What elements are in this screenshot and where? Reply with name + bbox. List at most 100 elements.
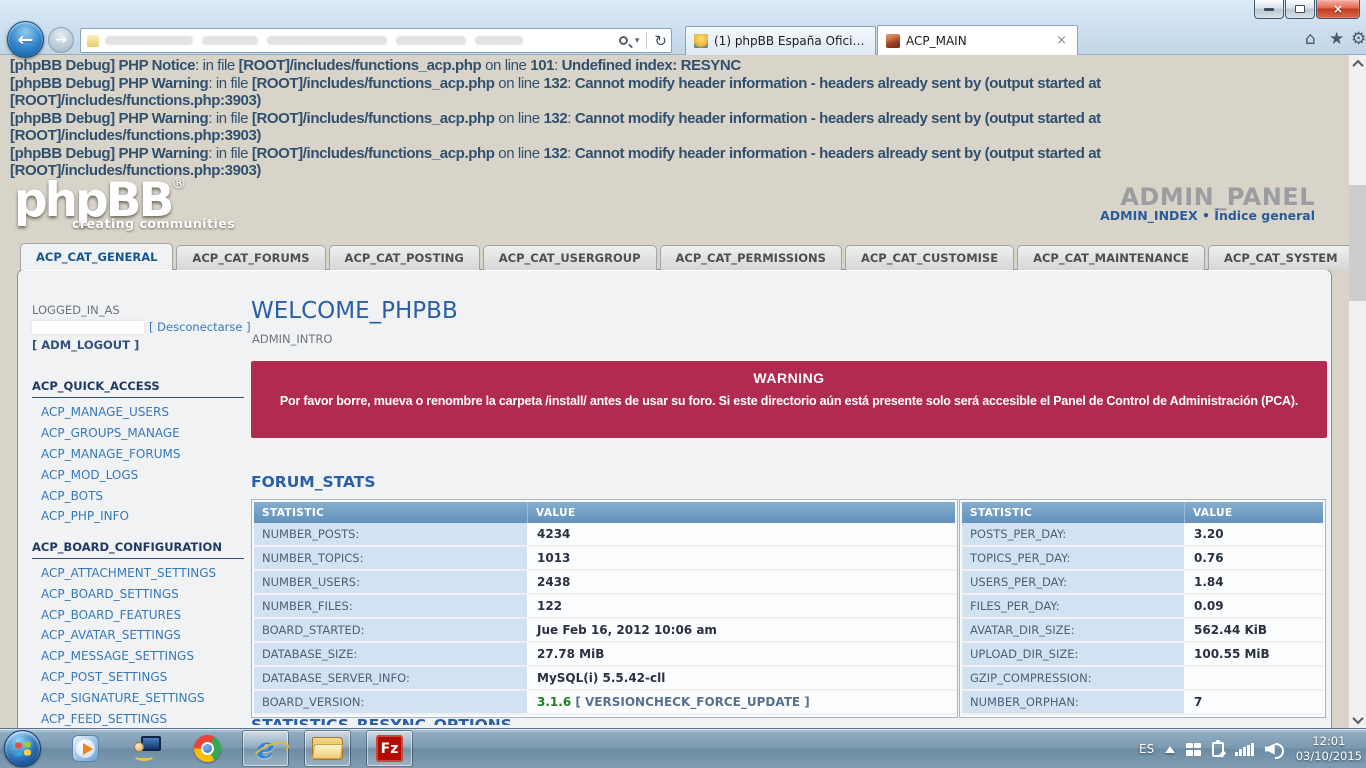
get-windows-icon[interactable] (1186, 743, 1201, 756)
file-explorer-button[interactable] (304, 730, 351, 767)
filezilla-button[interactable]: Fz (366, 730, 413, 767)
sidebar-link-acp_signature_settings[interactable]: ACP_SIGNATURE_SETTINGS (32, 687, 244, 708)
table-row: POSTS_PER_DAY:3.20 (962, 523, 1323, 547)
media-player-button[interactable] (72, 735, 99, 762)
sidebar-link-acp_feed_settings[interactable]: ACP_FEED_SETTINGS (32, 708, 244, 728)
minimize-button[interactable] (1254, 0, 1284, 19)
sidebar-link-acp_message_settings[interactable]: ACP_MESSAGE_SETTINGS (32, 646, 244, 667)
table-row: NUMBER_TOPICS:1013 (254, 547, 955, 571)
adm-logout-link[interactable]: [ ADM_LOGOUT ] (32, 338, 139, 352)
browser-tab-label: ACP_MAIN (906, 34, 967, 48)
tab-acp_cat_permissions[interactable]: ACP_CAT_PERMISSIONS (660, 245, 842, 270)
table-row: DATABASE_SERVER_INFO:MySQL(i) 5.5.42-cll (254, 667, 955, 691)
stats-table: STATISTICVALUEPOSTS_PER_DAY:3.20TOPICS_P… (959, 499, 1326, 718)
acp-panel: LOGGED_IN_AS [ Desconectarse ] [ ADM_LOG… (17, 269, 1332, 728)
address-bar[interactable]: ▾ ↻ (80, 28, 672, 53)
close-button[interactable]: × (1316, 0, 1360, 19)
clipboard-plug-icon[interactable] (1212, 742, 1224, 757)
gear-icon[interactable]: ⚙ (1351, 29, 1366, 49)
forward-button[interactable]: → (48, 27, 74, 53)
sidebar-link-acp_mod_logs[interactable]: ACP_MOD_LOGS (32, 464, 244, 485)
registered-mark: ® (171, 174, 186, 192)
sidebar-link-acp_board_settings[interactable]: ACP_BOARD_SETTINGS (32, 583, 244, 604)
stat-label: NUMBER_ORPHAN: (962, 691, 1184, 715)
tab-acp_cat_forums[interactable]: ACP_CAT_FORUMS (176, 245, 325, 270)
sidebar-link-acp_avatar_settings[interactable]: ACP_AVATAR_SETTINGS (32, 625, 244, 646)
tab-acp_cat_maintenance[interactable]: ACP_CAT_MAINTENANCE (1017, 245, 1205, 270)
stat-label: FILES_PER_DAY: (962, 595, 1184, 619)
home-icon[interactable]: ⌂ (1305, 29, 1316, 49)
internet-explorer-icon: e (256, 735, 274, 762)
next-section-heading: STATISTICS_RESYNC_OPTIONS (251, 716, 512, 725)
intro-text: ADMIN_INTRO (252, 332, 332, 346)
stat-value: 7 (1184, 691, 1323, 715)
stat-value: 4234 (527, 523, 955, 547)
sidebar-link-acp_manage_forums[interactable]: ACP_MANAGE_FORUMS (32, 444, 244, 465)
start-button[interactable] (4, 730, 41, 767)
tab-acp_cat_posting[interactable]: ACP_CAT_POSTING (329, 245, 480, 270)
hidden-icons-arrow[interactable] (1165, 746, 1175, 753)
scrollbar[interactable] (1349, 55, 1366, 728)
remote-assistance-button[interactable] (133, 735, 161, 762)
page-favicon (87, 35, 99, 47)
board-version: 3.1.6 (537, 695, 571, 709)
search-icon[interactable] (619, 36, 628, 45)
stat-label: NUMBER_FILES: (254, 595, 527, 619)
chrome-button[interactable] (194, 735, 221, 762)
windows-flag-icon (15, 741, 31, 757)
sidebar-link-acp_post_settings[interactable]: ACP_POST_SETTINGS (32, 667, 244, 688)
stat-value: 0.76 (1184, 547, 1323, 571)
back-button[interactable]: ← (7, 21, 44, 58)
internet-explorer-button[interactable]: e (242, 730, 289, 767)
sidebar-link-acp_board_features[interactable]: ACP_BOARD_FEATURES (32, 604, 244, 625)
stat-label: BOARD_STARTED: (254, 619, 527, 643)
sidebar-link-acp_bots[interactable]: ACP_BOTS (32, 485, 244, 506)
sidebar-link-acp_manage_users[interactable]: ACP_MANAGE_USERS (32, 402, 244, 423)
close-icon: × (1333, 2, 1343, 16)
stat-label: NUMBER_TOPICS: (254, 547, 527, 571)
tab-acp_cat_system[interactable]: ACP_CAT_SYSTEM (1208, 245, 1349, 270)
stat-label: USERS_PER_DAY: (962, 571, 1184, 595)
chevron-down-icon[interactable]: ▾ (635, 36, 640, 46)
restore-button[interactable] (1285, 0, 1315, 19)
star-icon[interactable]: ★ (1329, 29, 1344, 49)
acp-tab-bar: ACP_CAT_GENERALACP_CAT_FORUMSACP_CAT_POS… (20, 244, 1349, 270)
versioncheck-link[interactable]: [ VERSIONCHECK_FORCE_UPDATE ] (571, 695, 810, 709)
stat-value: 2438 (527, 571, 955, 595)
stats-column-header: STATISTIC (962, 502, 1184, 523)
url-redaction (475, 36, 523, 45)
breadcrumb[interactable]: ADMIN_INDEX • Índice general (1100, 208, 1315, 223)
table-row: BOARD_VERSION:3.1.6 [ VERSIONCHECK_FORCE… (254, 691, 955, 715)
logout-link[interactable]: [ Desconectarse ] (149, 320, 251, 334)
volume-icon[interactable] (1265, 742, 1283, 757)
clock[interactable]: 12:01 03/10/2015 (1296, 734, 1362, 764)
tab-acp_cat_customise[interactable]: ACP_CAT_CUSTOMISE (845, 245, 1014, 270)
tab-acp_cat_general[interactable]: ACP_CAT_GENERAL (20, 243, 173, 270)
refresh-icon[interactable]: ↻ (654, 32, 667, 50)
sidebar-section-title: ACP_BOARD_CONFIGURATION (32, 527, 244, 559)
scroll-up-button[interactable] (1349, 55, 1366, 72)
sidebar-link-acp_attachment_settings[interactable]: ACP_ATTACHMENT_SETTINGS (32, 563, 244, 584)
scroll-thumb[interactable] (1349, 185, 1366, 301)
tab-close-icon[interactable]: × (1054, 33, 1069, 48)
tab-acp_cat_usergroup[interactable]: ACP_CAT_USERGROUP (483, 245, 657, 270)
stat-value: 122 (527, 595, 955, 619)
scroll-down-button[interactable] (1349, 711, 1366, 728)
warning-box: WARNING Por favor borre, mueva o renombr… (251, 361, 1327, 438)
sidebar-link-acp_groups_manage[interactable]: ACP_GROUPS_MANAGE (32, 423, 244, 444)
table-row: USERS_PER_DAY:1.84 (962, 571, 1323, 595)
browser-tab-acp-main[interactable]: ACP_MAIN × (877, 25, 1078, 55)
debug-message: [phpBB Debug] PHP Warning: in file [ROOT… (10, 110, 1342, 145)
table-row: TOPICS_PER_DAY:0.76 (962, 547, 1323, 571)
stat-value: 27.78 MiB (527, 643, 955, 667)
stat-value: 3.1.6 [ VERSIONCHECK_FORCE_UPDATE ] (527, 691, 955, 715)
stat-label: AVATAR_DIR_SIZE: (962, 619, 1184, 643)
language-indicator[interactable]: ES (1139, 742, 1154, 756)
restore-icon (1295, 5, 1305, 13)
page-title: WELCOME_PHPBB (251, 298, 458, 324)
stat-label: DATABASE_SIZE: (254, 643, 527, 667)
sidebar-link-acp_php_info[interactable]: ACP_PHP_INFO (32, 506, 244, 527)
chrome-icon (194, 735, 221, 762)
network-icon[interactable] (1235, 742, 1254, 756)
browser-tab-phpbb-espana[interactable]: (1) phpBB España Oficial - Pub... (685, 26, 876, 55)
